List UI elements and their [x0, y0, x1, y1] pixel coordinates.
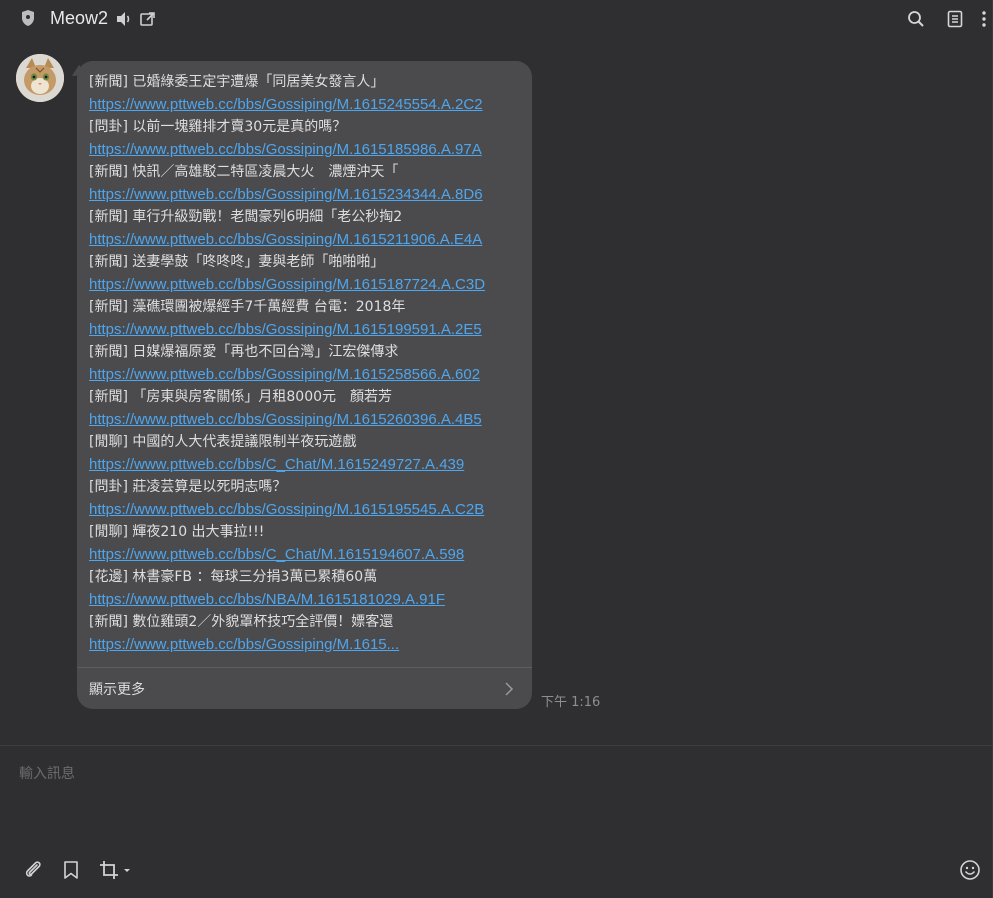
- message-text-line: [新聞] 日媒爆福原愛「再也不回台灣」江宏傑傳求: [89, 344, 399, 360]
- message-text-line: [新聞] 「房東與房客關係」月租8000元 顏若芳: [89, 389, 393, 405]
- chat-window: Meow2 [新聞] 已婚綠委王定宇遭爆「同居美女發言人」 https://ww…: [0, 0, 993, 898]
- crop-icon[interactable]: [98, 859, 120, 881]
- message-link[interactable]: https://www.pttweb.cc/bbs/Gossiping/M.16…: [89, 229, 521, 252]
- message-input[interactable]: 輸入訊息: [19, 763, 75, 783]
- chat-title[interactable]: Meow2: [50, 8, 108, 29]
- message-content: [新聞] 已婚綠委王定宇遭爆「同居美女發言人」 https://www.pttwe…: [89, 71, 521, 656]
- message-text-line: [新聞] 送妻學鼓「咚咚咚」妻與老師「啪啪啪」: [89, 254, 385, 270]
- message-link[interactable]: https://www.pttweb.cc/bbs/Gossiping/M.16…: [89, 274, 521, 297]
- message-link[interactable]: https://www.pttweb.cc/bbs/Gossiping/M.16…: [89, 364, 521, 387]
- message-link[interactable]: https://www.pttweb.cc/bbs/Gossiping/M.16…: [89, 634, 521, 657]
- shield-icon[interactable]: [20, 9, 36, 27]
- message-link[interactable]: https://www.pttweb.cc/bbs/C_Chat/M.16152…: [89, 454, 521, 477]
- external-window-icon[interactable]: [138, 9, 158, 29]
- message-link[interactable]: https://www.pttweb.cc/bbs/NBA/M.16151810…: [89, 589, 521, 612]
- message-text-line: [閒聊] 中國的人大代表提議限制半夜玩遊戲: [89, 434, 357, 450]
- chat-header: Meow2: [0, 0, 993, 40]
- message-text-line: [閒聊] 輝夜210 出大事拉!!!: [89, 524, 265, 540]
- divider: [77, 667, 532, 668]
- message-text-line: [新聞] 數位雞頭2／外貌罩杯技巧全評價！嫖客還: [89, 614, 394, 630]
- chevron-down-icon[interactable]: [121, 859, 133, 881]
- cat-avatar-image: [16, 54, 64, 102]
- message-link[interactable]: https://www.pttweb.cc/bbs/C_Chat/M.16151…: [89, 544, 521, 567]
- message-text-line: [問卦] 莊凌芸算是以死明志嗎？: [89, 479, 287, 495]
- message-timestamp: 下午 1:16: [541, 695, 601, 710]
- message-bubble[interactable]: [新聞] 已婚綠委王定宇遭爆「同居美女發言人」 https://www.pttwe…: [77, 61, 532, 709]
- more-vertical-icon[interactable]: [974, 9, 993, 29]
- message-text-line: [新聞] 快訊／高雄駁二特區凌晨大火 濃煙沖天「: [89, 164, 399, 180]
- message-link[interactable]: https://www.pttweb.cc/bbs/Gossiping/M.16…: [89, 409, 521, 432]
- message-link[interactable]: https://www.pttweb.cc/bbs/Gossiping/M.16…: [89, 319, 521, 342]
- search-icon[interactable]: [906, 9, 926, 29]
- message-link[interactable]: https://www.pttweb.cc/bbs/Gossiping/M.16…: [89, 94, 521, 117]
- message-text-line: [新聞] 藻礁環團被爆經手7千萬經費 台電：2018年: [89, 299, 406, 315]
- show-more-button[interactable]: 顯示更多: [89, 679, 145, 699]
- message-text-line: [新聞] 車行升級勁戰！老闆豪列6明細「老公秒掏2: [89, 209, 403, 225]
- speaker-icon[interactable]: [114, 9, 134, 29]
- emoji-icon[interactable]: [959, 859, 981, 881]
- message-link[interactable]: https://www.pttweb.cc/bbs/Gossiping/M.16…: [89, 184, 521, 207]
- bookmark-icon[interactable]: [60, 859, 82, 881]
- composer: 輸入訊息: [0, 745, 993, 898]
- chevron-right-icon[interactable]: [504, 681, 514, 696]
- paperclip-icon[interactable]: [22, 859, 44, 881]
- message-link[interactable]: https://www.pttweb.cc/bbs/Gossiping/M.16…: [89, 499, 521, 522]
- avatar[interactable]: [16, 54, 64, 102]
- message-text-line: [新聞] 已婚綠委王定宇遭爆「同居美女發言人」: [89, 74, 385, 90]
- message-text-line: [花邊] 林書豪FB ：每球三分捐3萬已累積60萬: [89, 569, 378, 585]
- message-text-line: [問卦] 以前一塊雞排才賣30元是真的嗎？: [89, 119, 347, 135]
- message-link[interactable]: https://www.pttweb.cc/bbs/Gossiping/M.16…: [89, 139, 521, 162]
- notes-icon[interactable]: [945, 9, 965, 29]
